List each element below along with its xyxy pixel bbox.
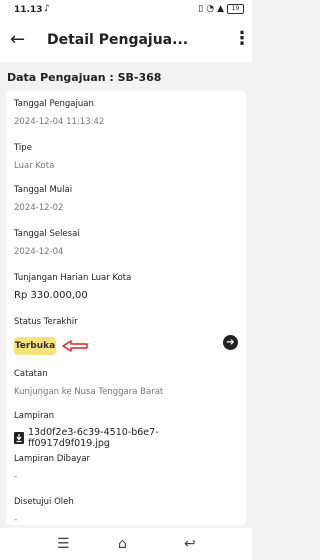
home-icon[interactable]: ⌂ (118, 536, 127, 552)
field-label: Tanggal Selesai (14, 229, 80, 239)
field-label: Tanggal Pengajuan (14, 99, 94, 109)
field-value: 2024-12-04 11:13:42 (14, 117, 105, 127)
section-title: Data Pengajuan : SB-368 (7, 71, 162, 84)
field-label: Status Terakhir (14, 317, 78, 327)
vibrate-icon: ▯ (198, 4, 204, 14)
field-catatan: Catatan Kunjungan ke Nusa Tenggara Barat (14, 369, 240, 397)
field-lampiran: Lampiran 13d0f2e3-6c39-4510-b6e7-ff0917d… (14, 411, 240, 449)
wifi-icon: ◔ (206, 4, 215, 14)
system-back-icon[interactable]: ↩ (184, 536, 196, 552)
attachment-filename[interactable]: 13d0f2e3-6c39-4510-b6e7-ff0917d9f019.jpg (28, 427, 240, 449)
attachment-link[interactable]: 13d0f2e3-6c39-4510-b6e7-ff0917d9f019.jpg (14, 427, 240, 449)
field-value: Rp 330.000,00 (14, 290, 88, 301)
field-label: Tunjangan Harian Luar Kota (14, 273, 132, 283)
field-label: Lampiran (14, 411, 55, 421)
field-value: Luar Kota (14, 161, 55, 171)
field-tipe: Tipe Luar Kota (14, 143, 240, 171)
status-bar: 11.13 ♪ ▯ ◔ ▲ 19 (0, 0, 252, 20)
field-value: - (14, 515, 18, 525)
status-time: 11.13 (14, 5, 43, 15)
signal-icon: ▲ (217, 4, 224, 14)
field-tanggal-selesai: Tanggal Selesai 2024-12-04 (14, 229, 240, 257)
field-tunjangan: Tunjangan Harian Luar Kota Rp 330.000,00 (14, 273, 240, 301)
field-label: Disetujui Oleh (14, 497, 74, 507)
more-options-icon[interactable]: ⋮ (233, 29, 251, 49)
detail-card: Tanggal Pengajuan 2024-12-04 11:13:42 Ti… (6, 91, 246, 525)
tiktok-icon: ♪ (44, 4, 50, 14)
field-status-label: Status Terakhir (14, 317, 240, 327)
red-arrow-icon (62, 340, 88, 352)
field-lampiran-dibayar: Lampiran Dibayar - (14, 454, 240, 482)
field-value: 2024-12-04 (14, 247, 64, 257)
app-bar: ← Detail Pengajua... ⋮ (0, 20, 252, 62)
field-value: Kunjungan ke Nusa Tenggara Barat (14, 387, 164, 397)
field-tanggal-pengajuan: Tanggal Pengajuan 2024-12-04 11:13:42 (14, 99, 240, 127)
battery-icon: 19 (227, 4, 244, 14)
status-badge: Terbuka (14, 337, 56, 355)
download-icon (14, 432, 24, 444)
page-title: Detail Pengajua... (47, 32, 189, 48)
field-tanggal-mulai: Tanggal Mulai 2024-12-02 (14, 185, 240, 213)
arrow-right-circle-icon[interactable]: ➔ (223, 335, 238, 350)
field-label: Tipe (14, 143, 32, 153)
field-value: - (14, 472, 18, 482)
back-arrow-icon[interactable]: ← (10, 31, 25, 49)
field-label: Tanggal Mulai (14, 185, 73, 195)
status-icons: ▯ ◔ ▲ 19 (198, 4, 244, 14)
field-value: 2024-12-02 (14, 203, 64, 213)
system-nav-bar: ☰ ⌂ ↩ (0, 528, 252, 560)
field-label: Catatan (14, 369, 48, 379)
recent-apps-icon[interactable]: ☰ (57, 536, 70, 552)
field-label: Lampiran Dibayar (14, 454, 91, 464)
field-disetujui-oleh: Disetujui Oleh - (14, 497, 240, 525)
